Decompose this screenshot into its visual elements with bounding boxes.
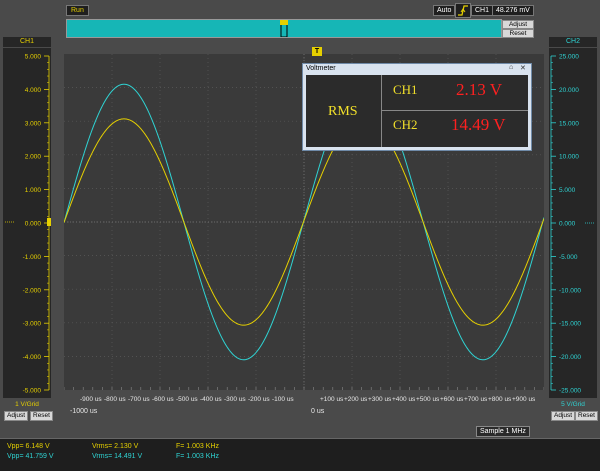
ch2-scale-label: 15.000 (559, 120, 579, 127)
time-tick-label: -900 us (80, 396, 102, 403)
time-tick-label: +600 us (440, 396, 464, 403)
time-tick-label: -400 us (200, 396, 222, 403)
ch1-scale-label: -4.000 (23, 354, 42, 361)
ch1-scale-label: -1.000 (23, 254, 42, 261)
ch1-scale-label: 4.000 (25, 87, 42, 94)
ch2-adjust-button[interactable]: Adjust (551, 411, 576, 421)
time-tick-label: +200 us (344, 396, 368, 403)
ch1-scale-label: -5.000 (23, 388, 42, 395)
ch1-scale-label: 5.000 (25, 54, 42, 61)
ch1-title[interactable]: CH1 (3, 37, 51, 47)
run-status[interactable]: Run (66, 5, 89, 16)
ch1-scale-label: 3.000 (25, 120, 42, 127)
time-tick-label: -100 us (272, 396, 294, 403)
ch2-title[interactable]: CH2 (549, 37, 597, 47)
ch2-vrms: Vrms= 14.491 V (92, 453, 143, 460)
ch1-freq: F= 1.003 KHz (176, 443, 219, 450)
top-reset-button[interactable]: Reset (502, 29, 534, 38)
time-tick-label: +900 us (512, 396, 536, 403)
voltmeter-title: Voltmeter (306, 65, 336, 72)
time-tick-label: -600 us (152, 396, 174, 403)
ch2-scale-panel: 25.000 20.000 15.000 10.000 5.000 0.000 -5.000… (549, 48, 597, 398)
voltmeter-divider (381, 110, 528, 111)
top-adjust-button[interactable]: Adjust (502, 20, 534, 29)
time-axis-start: -1000 us (70, 408, 98, 415)
time-tick-label: +400 us (392, 396, 416, 403)
ch1-scale-label: 2.000 (25, 154, 42, 161)
voltmeter-window[interactable]: Voltmeter ⌂ ✕ RMS CH1 2.13 V CH2 14.49 V (302, 63, 532, 151)
ch1-reset-button[interactable]: Reset (30, 411, 53, 421)
ch1-adjust-button[interactable]: Adjust (4, 411, 29, 421)
sample-rate[interactable]: Sample 1 MHz (476, 426, 530, 437)
measurement-bar: Vpp= 6.148 V Vrms= 2.130 V F= 1.003 KHz … (0, 438, 600, 471)
ch2-scale-label: 0.000 (559, 221, 576, 228)
close-icon[interactable]: ✕ (520, 64, 526, 72)
ch1-scale-label: -2.000 (23, 287, 42, 294)
trigger-channel[interactable]: CH1 (471, 5, 494, 16)
time-tick-label: -300 us (224, 396, 246, 403)
pin-icon[interactable]: ⌂ (509, 64, 513, 71)
time-tick-label: -500 us (176, 396, 198, 403)
trigger-mode[interactable]: Auto (433, 5, 456, 16)
rising-edge-icon[interactable] (455, 3, 471, 18)
ch2-freq: F= 1.003 KHz (176, 453, 219, 460)
ch2-scale-label: 25.000 (559, 54, 579, 61)
time-tick-label: -200 us (248, 396, 270, 403)
ch2-scale-label: 20.000 (559, 87, 579, 94)
time-tick-label: +100 us (320, 396, 344, 403)
time-tick-label: +700 us (464, 396, 488, 403)
time-tick-label: -700 us (128, 396, 150, 403)
ch2-vpp: Vpp= 41.759 V (7, 453, 54, 460)
ch2-reset-button[interactable]: Reset (575, 411, 598, 421)
time-axis-zero: 0 us (311, 408, 325, 415)
ch1-scale-label: -3.000 (23, 321, 42, 328)
rms-label: RMS (328, 104, 358, 119)
ch1-ground-marker (47, 218, 51, 226)
ch2-volts-per-grid[interactable]: 5 V/Grid (549, 401, 597, 408)
time-tick-label: +300 us (368, 396, 392, 403)
ch1-volts-per-grid[interactable]: 1 V/Grid (3, 401, 51, 408)
ch1-vpp: Vpp= 6.148 V (7, 443, 50, 450)
ch1-scale-label: 0.000 (25, 221, 42, 228)
time-tick-label: -800 us (104, 396, 126, 403)
time-tick-label: +800 us (488, 396, 512, 403)
trigger-level[interactable]: 48.276 mV (492, 5, 534, 16)
ch2-scale-label: -5.000 (559, 254, 578, 261)
ch1-vrms: Vrms= 2.130 V (92, 443, 139, 450)
ch1-scale-label: 1.000 (25, 187, 42, 194)
ch2-scale-label: 5.000 (559, 187, 576, 194)
waveform-overview-bar[interactable] (66, 19, 502, 38)
voltmeter-ch2-value: 14.49 V (451, 115, 506, 134)
voltmeter-ch1-value: 2.13 V (456, 80, 502, 99)
voltmeter-ch2-label: CH2 (393, 117, 418, 132)
voltmeter-ch1-label: CH1 (393, 82, 418, 97)
ch2-scale-label: -20.000 (559, 354, 581, 361)
overview-trigger-marker (280, 20, 288, 25)
voltmeter-divider (381, 75, 382, 147)
voltmeter-readout: RMS CH1 2.13 V CH2 14.49 V (306, 75, 528, 147)
ch2-scale-label: -15.000 (559, 321, 581, 328)
time-tick-label: +500 us (416, 396, 440, 403)
ch2-scale-label: 10.000 (559, 154, 579, 161)
trigger-time-marker[interactable]: T (312, 47, 322, 56)
ch2-scale-label: -25.000 (559, 388, 581, 395)
ch1-scale-panel: 5.000 4.000 3.000 2.000 1.000 0.000 -1.000 -2.0… (3, 48, 51, 398)
ch2-scale-label: -10.000 (559, 287, 581, 294)
